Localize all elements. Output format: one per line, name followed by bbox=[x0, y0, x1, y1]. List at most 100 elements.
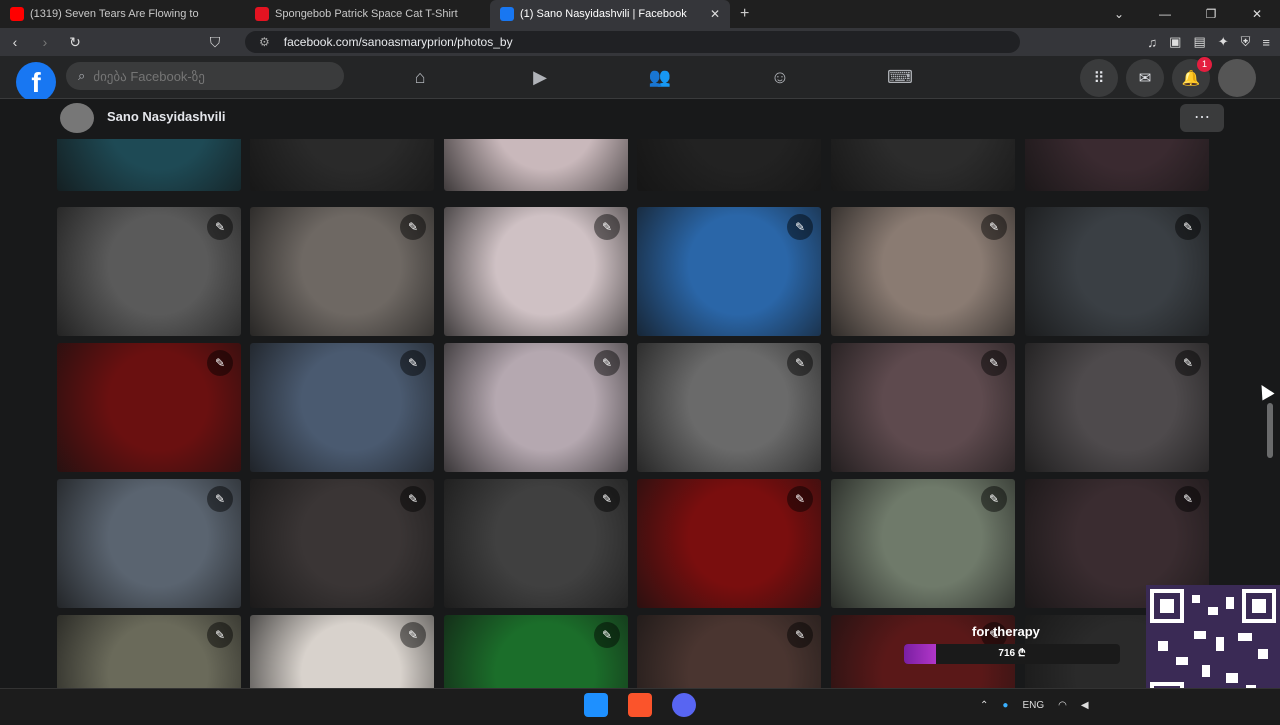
start-menu-icon[interactable] bbox=[584, 693, 608, 717]
new-tab-button[interactable]: + bbox=[730, 5, 759, 23]
search-box[interactable]: ⌕ bbox=[66, 62, 344, 90]
url-field[interactable]: ⚙ facebook.com/sanoasmaryprion/photos_by bbox=[245, 31, 1020, 53]
photo-tile[interactable]: ✎ bbox=[250, 615, 434, 688]
pencil-icon[interactable]: ✎ bbox=[787, 214, 813, 240]
gaming-icon[interactable]: ⌨ bbox=[840, 56, 960, 99]
discord-icon[interactable] bbox=[672, 693, 696, 717]
url-text: facebook.com/sanoasmaryprion/photos_by bbox=[283, 35, 513, 49]
volume-icon[interactable]: ◀ bbox=[1081, 700, 1089, 711]
vpn-icon[interactable]: ⛨ bbox=[1241, 34, 1251, 50]
pencil-icon[interactable]: ✎ bbox=[981, 350, 1007, 376]
photo-tile[interactable]: ✎ bbox=[637, 207, 821, 336]
pencil-icon[interactable]: ✎ bbox=[981, 486, 1007, 512]
brave-browser-icon[interactable] bbox=[628, 693, 652, 717]
photo-tile[interactable]: ✎ bbox=[637, 615, 821, 688]
pencil-icon[interactable]: ✎ bbox=[787, 486, 813, 512]
pencil-icon[interactable]: ✎ bbox=[400, 350, 426, 376]
pencil-icon[interactable]: ✎ bbox=[594, 350, 620, 376]
tab-facebook[interactable]: (1) Sano Nasyidashvili | Facebook ✕ bbox=[490, 0, 730, 28]
pencil-icon[interactable]: ✎ bbox=[1175, 486, 1201, 512]
reload-icon[interactable]: ↻ bbox=[60, 34, 90, 51]
photo-tile[interactable] bbox=[250, 139, 434, 191]
pencil-icon[interactable]: ✎ bbox=[400, 214, 426, 240]
close-tab-icon[interactable]: ✕ bbox=[710, 7, 720, 21]
photo-tile[interactable]: ✎ bbox=[637, 343, 821, 472]
pencil-icon[interactable]: ✎ bbox=[594, 214, 620, 240]
main-nav-icons: ⌂ ▶ 👥 ☺ ⌨ bbox=[360, 56, 960, 99]
photo-tile[interactable]: ✎ bbox=[250, 479, 434, 608]
photo-tile[interactable]: ✎ bbox=[250, 207, 434, 336]
photo-tile[interactable]: ✎ bbox=[444, 615, 628, 688]
photo-tile[interactable]: ✎ bbox=[57, 207, 241, 336]
friends-icon[interactable]: 👥 bbox=[600, 56, 720, 99]
pencil-icon[interactable]: ✎ bbox=[1175, 214, 1201, 240]
photo-tile[interactable] bbox=[831, 139, 1015, 191]
pencil-icon[interactable]: ✎ bbox=[207, 350, 233, 376]
pencil-icon[interactable]: ✎ bbox=[594, 486, 620, 512]
photo-tile[interactable]: ✎ bbox=[250, 343, 434, 472]
more-options-button[interactable]: ⋯ bbox=[1180, 104, 1224, 132]
photo-tile[interactable]: ✎ bbox=[831, 343, 1015, 472]
groups-icon[interactable]: ☺ bbox=[720, 56, 840, 99]
windows-taskbar: ⌃ ● ENG ◠ ◀ bbox=[0, 688, 1280, 720]
photo-tile[interactable]: ✎ bbox=[831, 207, 1015, 336]
photo-tile[interactable] bbox=[1025, 139, 1209, 191]
microphone-icon[interactable]: ● bbox=[1002, 700, 1008, 711]
back-icon[interactable]: ‹ bbox=[0, 34, 30, 50]
tab-youtube[interactable]: (1319) Seven Tears Are Flowing to bbox=[0, 0, 245, 28]
pencil-icon[interactable]: ✎ bbox=[207, 622, 233, 648]
forward-icon[interactable]: › bbox=[30, 34, 60, 50]
extensions-icon[interactable]: ✦ bbox=[1218, 34, 1229, 50]
facebook-logo[interactable]: f bbox=[16, 62, 56, 102]
photo-tile[interactable]: ✎ bbox=[444, 343, 628, 472]
close-window-icon[interactable]: ✕ bbox=[1234, 0, 1280, 28]
photo-tile[interactable]: ✎ bbox=[831, 479, 1015, 608]
wifi-icon[interactable]: ◠ bbox=[1058, 700, 1067, 711]
profile-avatar[interactable] bbox=[60, 103, 94, 133]
photo-tile[interactable] bbox=[637, 139, 821, 191]
pencil-icon[interactable]: ✎ bbox=[400, 486, 426, 512]
messenger-icon[interactable]: ✉ bbox=[1126, 59, 1164, 97]
pencil-icon[interactable]: ✎ bbox=[594, 622, 620, 648]
pencil-icon[interactable]: ✎ bbox=[787, 350, 813, 376]
video-icon[interactable]: ▶ bbox=[480, 56, 600, 99]
window-controls: ⌄ — ❐ ✕ bbox=[1096, 0, 1280, 28]
search-input[interactable] bbox=[93, 68, 314, 84]
photo-tile[interactable]: ✎ bbox=[1025, 343, 1209, 472]
account-avatar[interactable] bbox=[1218, 59, 1256, 97]
menu-icon[interactable]: ≡ bbox=[1262, 35, 1270, 50]
photo-tile[interactable]: ✎ bbox=[637, 479, 821, 608]
media-icon[interactable]: ♫ bbox=[1147, 35, 1157, 50]
pencil-icon[interactable]: ✎ bbox=[1175, 350, 1201, 376]
language-indicator[interactable]: ENG bbox=[1022, 700, 1044, 711]
pencil-icon[interactable]: ✎ bbox=[787, 622, 813, 648]
restore-icon[interactable]: ❐ bbox=[1188, 0, 1234, 28]
photo-tile[interactable]: ✎ bbox=[57, 479, 241, 608]
photo-tile[interactable] bbox=[444, 139, 628, 191]
scrollbar-thumb[interactable] bbox=[1267, 403, 1273, 458]
menu-grid-icon[interactable]: ⠿ bbox=[1080, 59, 1118, 97]
photo-tile[interactable]: ✎ bbox=[57, 615, 241, 688]
minimize-icon[interactable]: — bbox=[1142, 0, 1188, 28]
pencil-icon[interactable]: ✎ bbox=[400, 622, 426, 648]
site-info-icon[interactable]: ⚙ bbox=[259, 35, 270, 49]
bookmark-icon[interactable]: ⛉ bbox=[200, 34, 230, 51]
tab-title: (1319) Seven Tears Are Flowing to bbox=[30, 8, 199, 20]
photo-tile[interactable]: ✎ bbox=[444, 207, 628, 336]
photo-tile[interactable]: ✎ bbox=[57, 343, 241, 472]
tray-chevron-icon[interactable]: ⌃ bbox=[980, 700, 988, 711]
pencil-icon[interactable]: ✎ bbox=[981, 214, 1007, 240]
home-icon[interactable]: ⌂ bbox=[360, 56, 480, 99]
photo-tile[interactable]: ✎ bbox=[444, 479, 628, 608]
pencil-icon[interactable]: ✎ bbox=[207, 214, 233, 240]
tab-list-icon[interactable]: ⌄ bbox=[1096, 0, 1142, 28]
pencil-icon[interactable]: ✎ bbox=[207, 486, 233, 512]
sidebar-icon[interactable]: ▣ bbox=[1169, 34, 1181, 50]
wallet-icon[interactable]: ▤ bbox=[1193, 34, 1205, 50]
tab-redbubble[interactable]: Spongebob Patrick Space Cat T-Shirt bbox=[245, 0, 490, 28]
photo-tile[interactable] bbox=[57, 139, 241, 191]
profile-name[interactable]: Sano Nasyidashvili bbox=[107, 109, 226, 124]
account-controls: ⠿ ✉ 🔔 1 bbox=[1080, 57, 1256, 97]
photo-tile[interactable]: ✎ bbox=[1025, 207, 1209, 336]
notifications-icon[interactable]: 🔔 1 bbox=[1172, 57, 1212, 97]
